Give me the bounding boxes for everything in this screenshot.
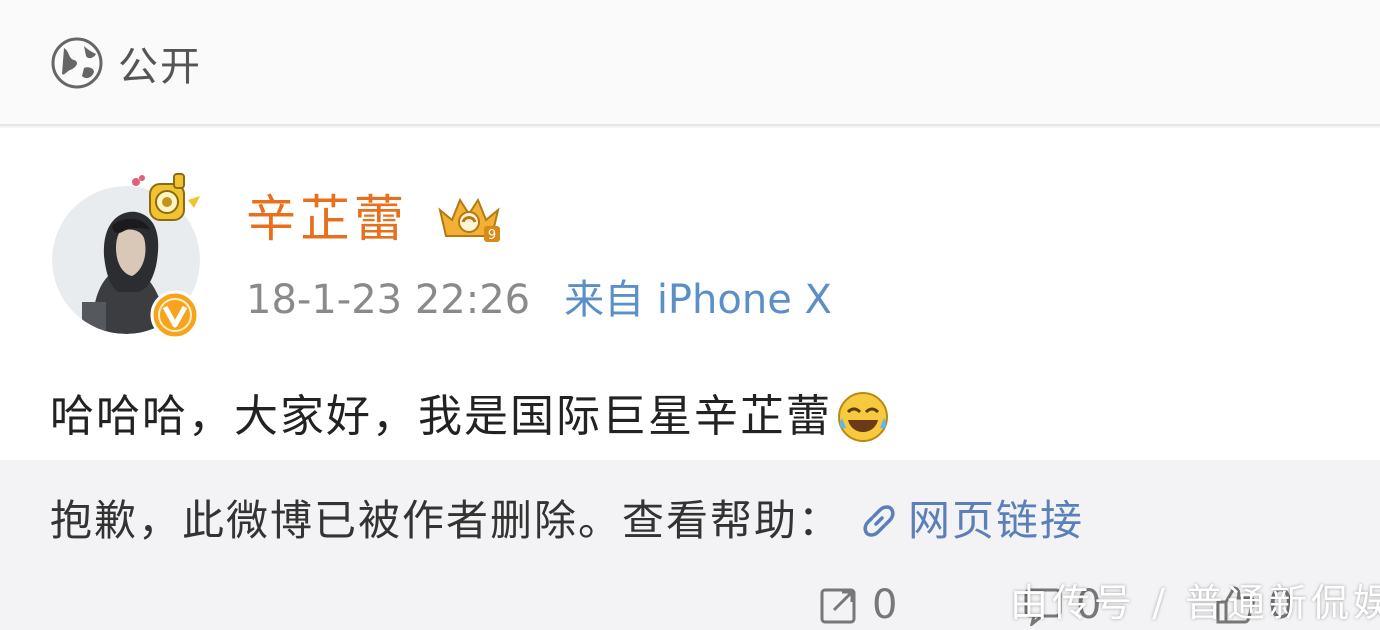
repost-button[interactable]: 0 [818,584,897,626]
post-source[interactable]: 来自 iPhone X [564,280,832,320]
post-timestamp: 18-1-23 22:26 [246,277,531,323]
link-icon [863,505,895,537]
post-meta: 18-1-23 22:26 来自 iPhone X [246,280,832,320]
vip-crown-icon: 9 [438,197,500,243]
help-link-label: 网页链接 [908,496,1085,545]
avatar-container[interactable] [52,173,200,340]
post-card: 辛芷蕾 9 18-1-23 22:26 来自 iPhone X 哈哈哈，大家好，… [0,128,1380,460]
post-content: 哈哈哈，大家好，我是国际巨星辛芷蕾 [50,390,890,444]
visibility-label: 公开 [118,44,202,90]
help-web-link[interactable]: 网页链接 [856,498,1084,544]
avatar-pendant-icon [132,173,200,221]
visibility-bar: 公开 [0,0,1380,126]
svg-text:9: 9 [488,228,496,243]
deleted-message: 抱歉，此微博已被作者删除。查看帮助： [50,496,843,545]
globe-icon [51,37,103,89]
visibility-setting[interactable]: 公开 [50,34,202,92]
verified-badge-icon [150,290,200,340]
repost-icon [820,588,856,624]
username[interactable]: 辛芷蕾 [246,194,408,244]
laughing-crying-emoji-icon [838,392,888,442]
post-text: 哈哈哈，大家好，我是国际巨星辛芷蕾 [50,391,832,442]
watermark: 由传号 / 普通新侃娱 [1010,581,1380,625]
repost-count: 0 [872,582,898,628]
deleted-notice: 抱歉，此微博已被作者删除。查看帮助： 网页链接 [50,498,1084,544]
